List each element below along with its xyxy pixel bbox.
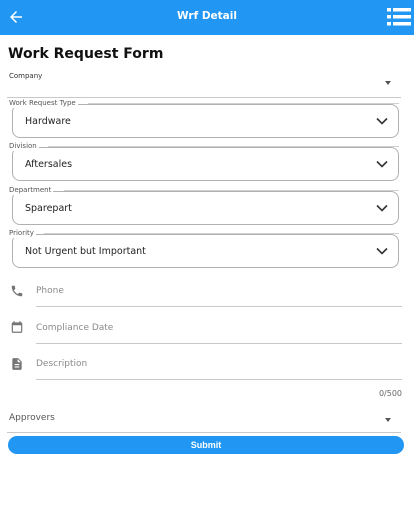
company-label: Company (9, 72, 43, 80)
compliance-date-input[interactable]: Compliance Date (36, 314, 402, 344)
work-request-type-value: Hardware (25, 116, 71, 127)
app-bar: Wrf Detail (0, 0, 414, 35)
division-label: Division (9, 141, 39, 151)
department-label: Department (9, 185, 54, 195)
approvers-dropdown[interactable]: Approvers (7, 406, 401, 433)
department-dropdown[interactable]: Department Sparepart (9, 185, 399, 225)
calendar-icon (11, 321, 23, 333)
division-value: Aftersales (25, 159, 73, 170)
character-counter: 0/500 (378, 389, 402, 398)
priority-label: Priority (9, 228, 36, 238)
page-title: Wrf Detail (177, 10, 237, 22)
chevron-down-icon (376, 247, 388, 255)
document-icon (12, 358, 22, 370)
chevron-down-icon (376, 204, 388, 212)
department-value: Sparepart (25, 203, 72, 214)
submit-button[interactable]: Submit (8, 436, 404, 454)
form-title: Work Request Form (8, 46, 164, 62)
phone-placeholder: Phone (36, 286, 64, 296)
description-placeholder: Description (36, 359, 88, 369)
work-request-type-label: Work Request Type (9, 98, 78, 108)
phone-input[interactable]: Phone (36, 277, 402, 307)
divider (64, 190, 399, 191)
caret-down-icon (385, 418, 391, 422)
approvers-label: Approvers (9, 413, 55, 423)
divider (88, 103, 399, 104)
division-dropdown[interactable]: Division Aftersales (9, 141, 399, 181)
divider (48, 146, 399, 147)
compliance-date-placeholder: Compliance Date (36, 323, 114, 333)
description-input[interactable]: Description (36, 350, 402, 380)
phone-icon (11, 285, 23, 297)
work-request-type-dropdown[interactable]: Work Request Type Hardware (9, 98, 399, 138)
priority-value: Not Urgent but Important (25, 246, 146, 257)
priority-dropdown[interactable]: Priority Not Urgent but Important (9, 228, 399, 268)
chevron-down-icon (376, 160, 388, 168)
caret-down-icon (385, 81, 391, 85)
company-dropdown[interactable]: Company (7, 68, 401, 98)
chevron-down-icon (376, 117, 388, 125)
list-menu-icon[interactable] (387, 8, 411, 26)
divider (44, 233, 399, 234)
